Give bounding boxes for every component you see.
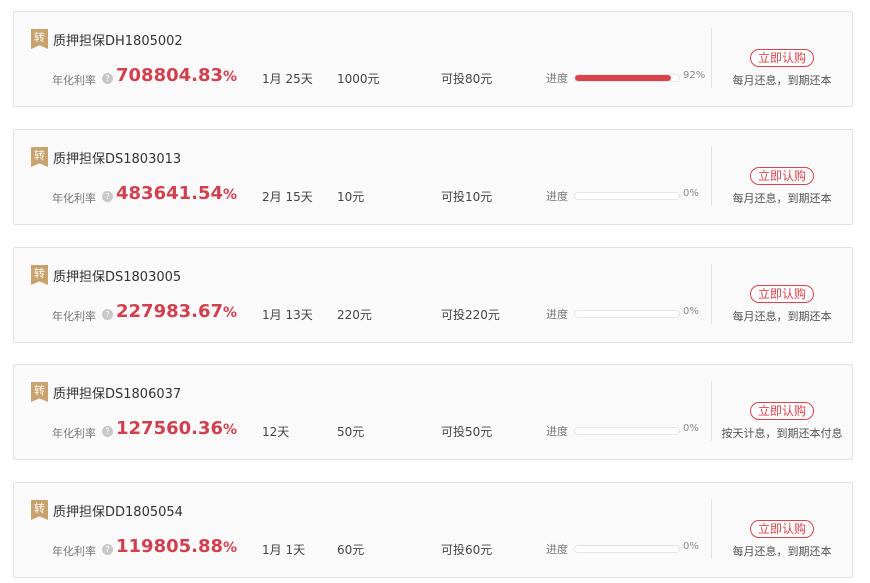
help-icon[interactable]: ? <box>102 73 113 84</box>
help-icon[interactable]: ? <box>102 191 113 202</box>
rate-label: 年化利率 <box>52 545 96 558</box>
rate-label: 年化利率 <box>52 427 96 440</box>
repayment-method: 每月还息，到期还本 <box>732 192 832 205</box>
buy-now-button[interactable]: 立即认购 <box>750 49 814 67</box>
progress-percent: 0% <box>683 423 699 434</box>
help-icon[interactable]: ? <box>102 426 113 437</box>
annual-rate-value: 127560.36% <box>116 418 238 439</box>
product-name[interactable]: 质押担保DS1803013 <box>53 148 181 167</box>
available-amount: 可投60元 <box>441 543 493 557</box>
buy-now-button[interactable]: 立即认购 <box>750 285 814 303</box>
progress-percent: 0% <box>683 541 699 552</box>
progress-bar <box>574 545 680 553</box>
product-name[interactable]: 质押担保DS1803005 <box>53 266 181 285</box>
loan-period: 1月 1天 <box>262 543 306 557</box>
progress-percent: 92% <box>683 70 706 81</box>
buy-now-button[interactable]: 立即认购 <box>750 402 814 420</box>
transfer-tag-icon: 转 <box>31 29 48 49</box>
product-card[interactable]: 转 质押担保DS1803005 年化利率 ? 227983.67% 1月 13天… <box>13 247 853 343</box>
loan-period: 1月 13天 <box>262 308 313 322</box>
annual-rate-value: 483641.54% <box>116 183 238 204</box>
available-amount: 可投50元 <box>441 425 493 439</box>
product-card[interactable]: 转 质押担保DH1805002 年化利率 ? 708804.83% 1月 25天… <box>13 11 853 107</box>
progress-fill <box>575 75 671 81</box>
loan-amount: 50元 <box>337 425 365 439</box>
progress-bar <box>574 192 680 200</box>
loan-period: 12天 <box>262 425 290 439</box>
transfer-tag-icon: 转 <box>31 147 48 167</box>
progress-label: 进度 <box>546 543 568 556</box>
loan-period: 2月 15天 <box>262 190 313 204</box>
progress-bar <box>574 74 680 82</box>
loan-amount: 1000元 <box>337 72 380 86</box>
repayment-method: 按天计息，到期还本付息 <box>721 427 843 440</box>
product-name[interactable]: 质押担保DH1805002 <box>53 30 183 49</box>
progress-percent: 0% <box>683 306 699 317</box>
loan-amount: 60元 <box>337 543 365 557</box>
progress-label: 进度 <box>546 425 568 438</box>
product-card[interactable]: 转 质押担保DS1803013 年化利率 ? 483641.54% 2月 15天… <box>13 129 853 225</box>
available-amount: 可投220元 <box>441 308 500 322</box>
buy-now-button[interactable]: 立即认购 <box>750 167 814 185</box>
transfer-tag-icon: 转 <box>31 500 48 520</box>
repayment-method: 每月还息，到期还本 <box>732 545 832 558</box>
progress-label: 进度 <box>546 72 568 85</box>
repayment-method: 每月还息，到期还本 <box>732 310 832 323</box>
progress-bar <box>574 427 680 435</box>
available-amount: 可投10元 <box>441 190 493 204</box>
transfer-tag-icon: 转 <box>31 265 48 285</box>
annual-rate-value: 119805.88% <box>116 536 238 557</box>
rate-label: 年化利率 <box>52 74 96 87</box>
loan-amount: 220元 <box>337 308 372 322</box>
buy-now-button[interactable]: 立即认购 <box>750 520 814 538</box>
product-card[interactable]: 转 质押担保DS1806037 年化利率 ? 127560.36% 12天 50… <box>13 364 853 460</box>
help-icon[interactable]: ? <box>102 544 113 555</box>
product-name[interactable]: 质押担保DD1805054 <box>53 501 183 520</box>
progress-bar <box>574 310 680 318</box>
loan-period: 1月 25天 <box>262 72 313 86</box>
loan-amount: 10元 <box>337 190 365 204</box>
rate-label: 年化利率 <box>52 310 96 323</box>
progress-label: 进度 <box>546 308 568 321</box>
rate-label: 年化利率 <box>52 192 96 205</box>
available-amount: 可投80元 <box>441 72 493 86</box>
help-icon[interactable]: ? <box>102 309 113 320</box>
transfer-tag-icon: 转 <box>31 382 48 402</box>
product-name[interactable]: 质押担保DS1806037 <box>53 383 181 402</box>
progress-percent: 0% <box>683 188 699 199</box>
product-card[interactable]: 转 质押担保DD1805054 年化利率 ? 119805.88% 1月 1天 … <box>13 482 853 578</box>
progress-label: 进度 <box>546 190 568 203</box>
annual-rate-value: 708804.83% <box>116 65 238 86</box>
repayment-method: 每月还息，到期还本 <box>732 74 832 87</box>
annual-rate-value: 227983.67% <box>116 301 238 322</box>
